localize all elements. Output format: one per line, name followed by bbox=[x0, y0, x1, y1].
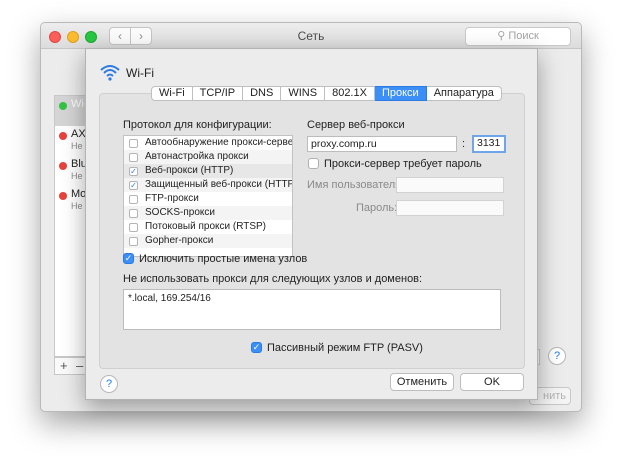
tab-dns[interactable]: DNS bbox=[243, 86, 282, 101]
ok-button[interactable]: OK bbox=[460, 373, 524, 391]
tab-hardware[interactable]: Аппаратура bbox=[426, 86, 502, 101]
sheet-help-button[interactable]: ? bbox=[100, 375, 118, 393]
search-icon: ⚲ bbox=[497, 30, 509, 42]
protocol-label: Веб-прокси (HTTP) bbox=[145, 165, 234, 176]
proxy-host-field[interactable]: proxy.comp.ru bbox=[307, 136, 457, 152]
window-help-button[interactable]: ? bbox=[548, 347, 566, 365]
interface-name: Wi-Fi bbox=[126, 66, 154, 80]
service-item-ax8[interactable]: AX8 Не п bbox=[55, 126, 89, 156]
search-placeholder: Поиск bbox=[508, 30, 539, 42]
password-field[interactable] bbox=[396, 200, 504, 216]
protocol-checkbox[interactable] bbox=[129, 209, 138, 218]
protocol-row[interactable]: ✓ Веб-прокси (HTTP) bbox=[124, 164, 292, 178]
protocol-row[interactable]: FTP-прокси bbox=[124, 192, 292, 206]
window-titlebar: ‹ › Сеть ⚲ Поиск bbox=[41, 23, 581, 49]
protocol-label: SOCKS-прокси bbox=[145, 207, 215, 218]
protocol-row[interactable]: Автонастройка прокси bbox=[124, 150, 292, 164]
server-header: Сервер веб-прокси bbox=[307, 119, 405, 131]
service-list: Wi-… AX8 Не п Blue Не п Mod Не п bbox=[54, 95, 89, 357]
wifi-icon bbox=[100, 65, 120, 81]
protocol-label: Gopher-прокси bbox=[145, 235, 214, 246]
exclude-simple-checkbox[interactable]: ✓ bbox=[123, 253, 134, 264]
protocol-row[interactable]: SOCKS-прокси bbox=[124, 206, 292, 220]
protocol-row[interactable]: ✓ Защищенный веб-прокси (HTTPS) bbox=[124, 178, 292, 192]
protocol-label: Автообнаружение прокси-сервера bbox=[145, 137, 293, 148]
tab-wins[interactable]: WINS bbox=[281, 86, 326, 101]
tab-8021x[interactable]: 802.1X bbox=[325, 86, 375, 101]
exclude-simple-label: Исключить простые имена узлов bbox=[139, 253, 308, 265]
tab-wifi[interactable]: Wi-Fi bbox=[151, 86, 193, 101]
settings-tabs: Wi-Fi TCP/IP DNS WINS 802.1X Прокси Аппа… bbox=[151, 86, 502, 101]
passive-ftp-checkbox[interactable]: ✓ bbox=[251, 342, 262, 353]
proxy-settings-sheet: Wi-Fi Wi-Fi TCP/IP DNS WINS 802.1X Прокс… bbox=[85, 48, 538, 400]
protocol-row[interactable]: Gopher-прокси bbox=[124, 234, 292, 248]
protocol-checkbox[interactable] bbox=[129, 195, 138, 204]
protocol-list: Автообнаружение прокси-сервера Автонастр… bbox=[123, 135, 293, 257]
status-dot-icon bbox=[59, 102, 67, 110]
status-dot-icon bbox=[59, 132, 67, 140]
bypass-domains-field[interactable]: *.local, 169.254/16 bbox=[123, 289, 501, 330]
protocol-checkbox[interactable] bbox=[129, 223, 138, 232]
username-field[interactable] bbox=[396, 177, 504, 193]
protocol-checkbox[interactable] bbox=[129, 139, 138, 148]
protocol-label: Потоковый прокси (RTSP) bbox=[145, 221, 267, 232]
protocol-checkbox[interactable] bbox=[129, 237, 138, 246]
tab-tcpip[interactable]: TCP/IP bbox=[192, 86, 244, 101]
protocol-label: Автонастройка прокси bbox=[145, 151, 249, 162]
add-service-button[interactable]: + bbox=[60, 358, 68, 374]
requires-password-checkbox[interactable] bbox=[308, 158, 319, 169]
protocol-row[interactable]: Автообнаружение прокси-сервера bbox=[124, 136, 292, 150]
service-add-remove: + – bbox=[54, 357, 88, 375]
protocol-checkbox[interactable]: ✓ bbox=[129, 167, 138, 176]
service-item-bluetooth[interactable]: Blue Не п bbox=[55, 156, 89, 186]
status-dot-icon bbox=[59, 162, 67, 170]
status-dot-icon bbox=[59, 192, 67, 200]
password-label: Пароль: bbox=[356, 202, 398, 214]
protocol-label: FTP-прокси bbox=[145, 193, 199, 204]
protocol-row[interactable]: Потоковый прокси (RTSP) bbox=[124, 220, 292, 234]
cancel-button[interactable]: Отменить bbox=[390, 373, 454, 391]
protocol-checkbox[interactable]: ✓ bbox=[129, 181, 138, 190]
search-field[interactable]: ⚲ Поиск bbox=[465, 27, 571, 46]
protocol-label: Защищенный веб-прокси (HTTPS) bbox=[145, 179, 293, 190]
protocol-checkbox[interactable] bbox=[129, 153, 138, 162]
passive-ftp-label: Пассивный режим FTP (PASV) bbox=[267, 342, 423, 354]
bypass-header: Не использовать прокси для следующих узл… bbox=[123, 273, 423, 285]
tab-proxies[interactable]: Прокси bbox=[374, 86, 427, 101]
username-label: Имя пользователя: bbox=[307, 179, 405, 191]
service-item-modem[interactable]: Mod Не п bbox=[55, 186, 89, 216]
port-separator: : bbox=[462, 138, 466, 150]
remove-service-button[interactable]: – bbox=[76, 358, 83, 374]
service-item-wifi[interactable]: Wi-… bbox=[55, 96, 89, 126]
protocol-header: Протокол для конфигурации: bbox=[123, 119, 272, 131]
requires-password-label: Прокси-сервер требует пароль bbox=[324, 158, 482, 170]
proxy-port-field[interactable]: 3131 bbox=[472, 135, 506, 153]
